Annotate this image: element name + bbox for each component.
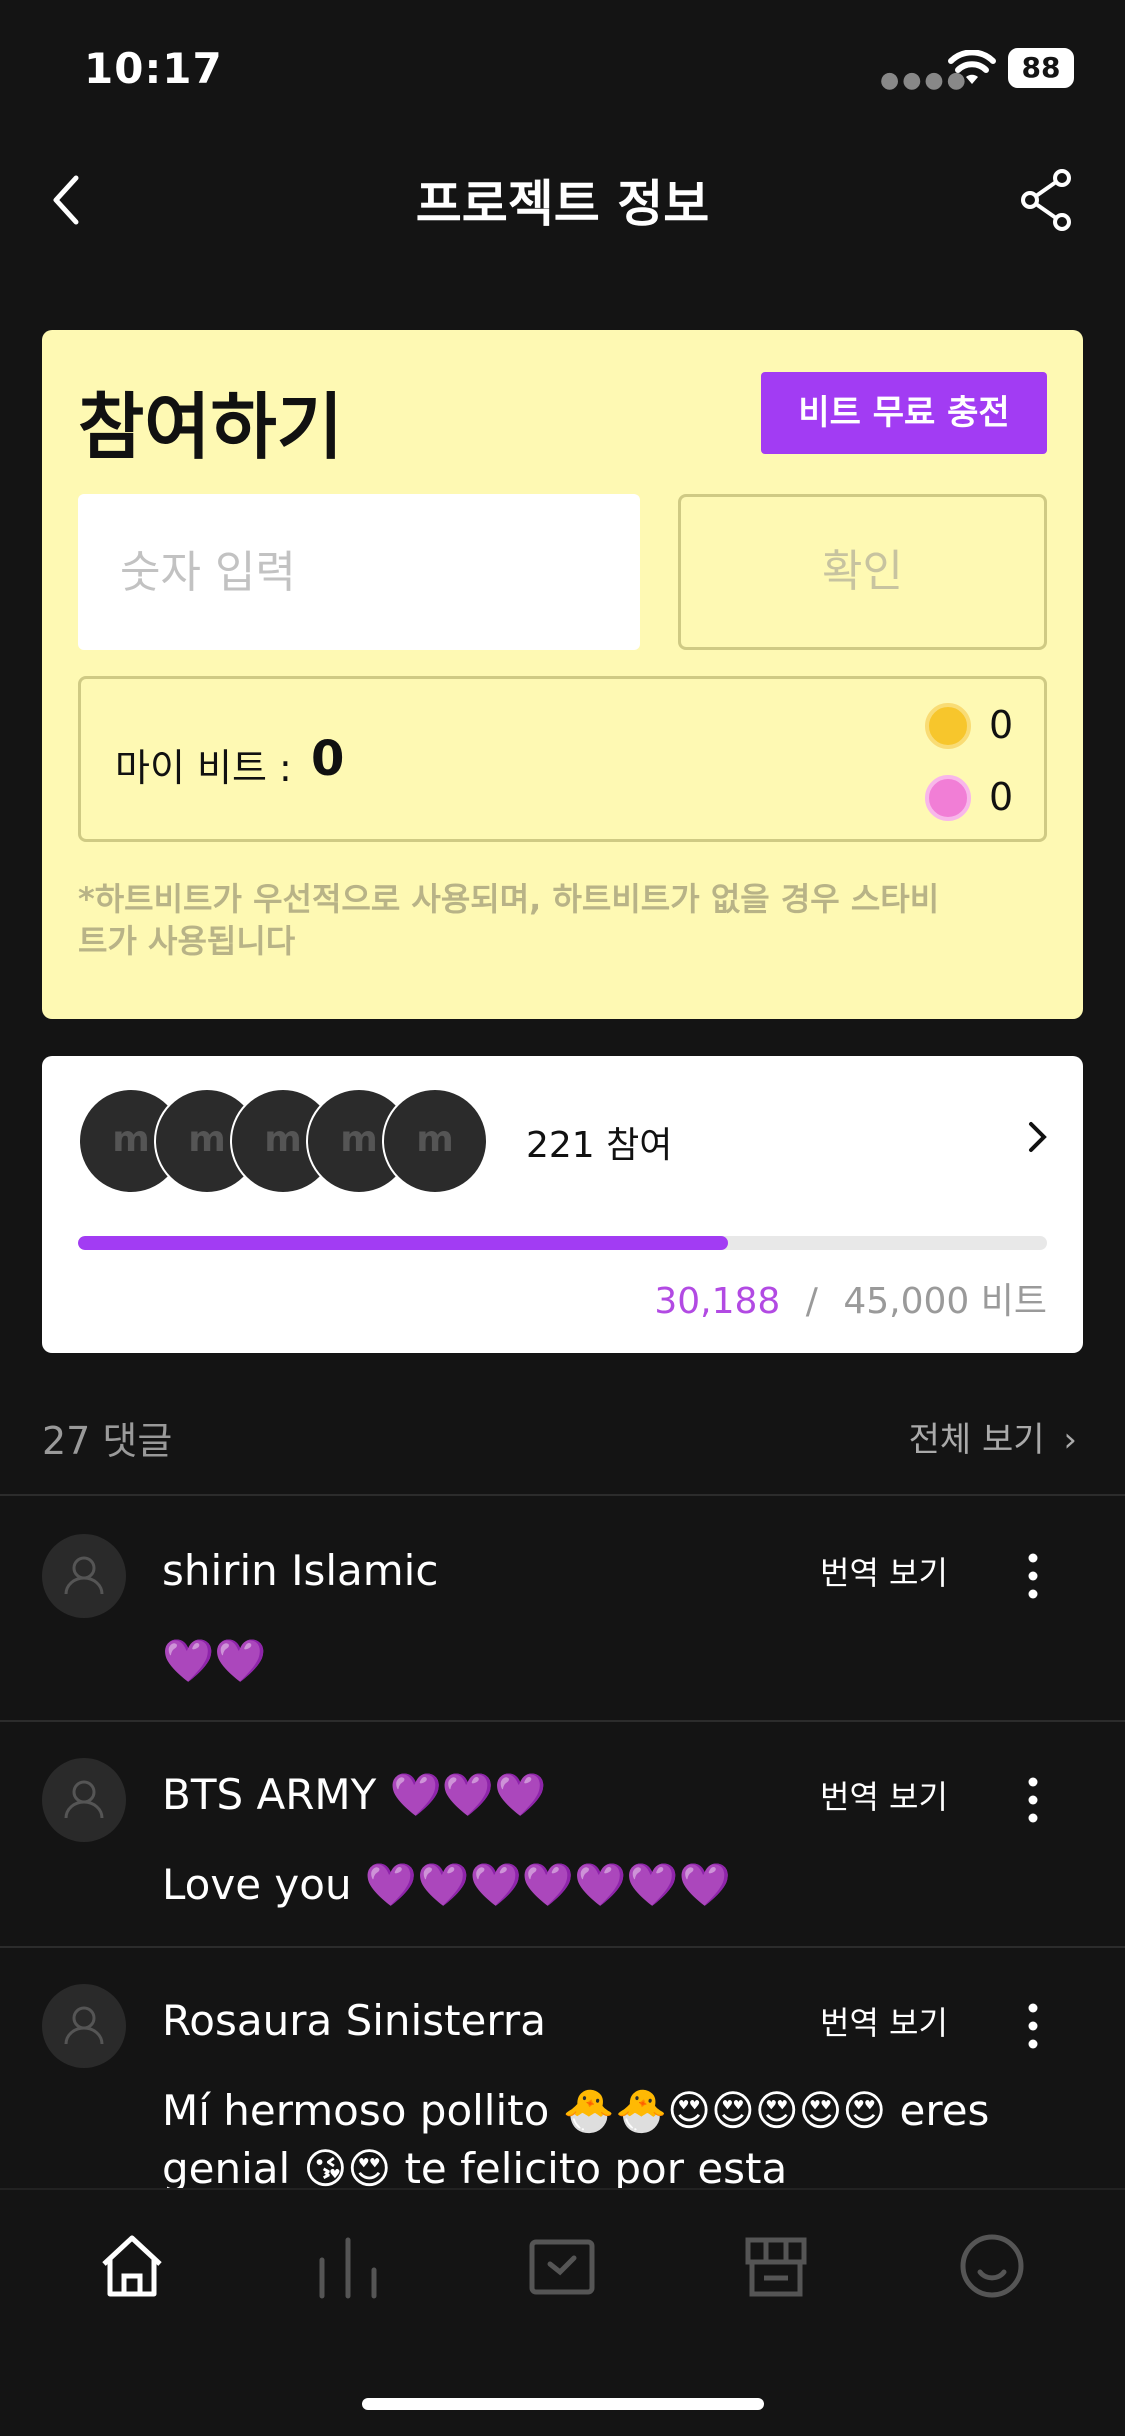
avatar[interactable] — [42, 1758, 126, 1842]
my-bit-box: 마이 비트 : 0 0 0 — [78, 676, 1047, 842]
number-input-wrap — [78, 494, 640, 650]
my-bit-value: 0 — [311, 731, 345, 787]
star-bit-icon — [925, 703, 971, 749]
bit-usage-note: *하트비트가 우선적으로 사용되며, 하트비트가 없을 경우 스타비트가 사용됩… — [78, 880, 940, 960]
participation-card[interactable]: m m m m m 221 참여 30,188 / 45,000 비트 — [42, 1056, 1083, 1353]
comment-item: shirin Islamic 번역 보기 💜💜 — [0, 1498, 1125, 1722]
my-bit-label: 마이 비트 : — [115, 746, 292, 790]
avatar[interactable] — [42, 1534, 126, 1618]
comments-header: 27 댓글 전체 보기 › — [0, 1400, 1125, 1496]
user-icon — [64, 1556, 104, 1595]
chevron-right-icon: › — [1063, 1420, 1077, 1460]
more-vertical-icon[interactable] — [1018, 1548, 1048, 1604]
heart-bit-count: 0 — [989, 775, 1014, 819]
number-input[interactable] — [78, 494, 640, 650]
comment-text: 💜💜 — [162, 1636, 267, 1685]
goal-amount: 45,000 비트 — [843, 1281, 1047, 1322]
store-icon[interactable] — [740, 2230, 812, 2302]
comment-author[interactable]: BTS ARMY 💜💜💜 — [162, 1770, 547, 1820]
more-vertical-icon[interactable] — [1018, 1998, 1048, 2054]
join-heading: 참여하기 — [78, 385, 343, 469]
more-vertical-icon[interactable] — [1018, 1772, 1048, 1828]
participant-count: 221 참여 — [526, 1125, 673, 1166]
free-charge-button[interactable]: 비트 무료 충전 — [761, 372, 1047, 454]
user-icon — [64, 2006, 104, 2045]
page-title: 프로젝트 정보 — [415, 175, 710, 233]
comment-count: 27 댓글 — [42, 1419, 173, 1463]
inbox-icon[interactable] — [526, 2230, 598, 2302]
avatar: m — [382, 1088, 488, 1194]
comment-author[interactable]: Rosaura Sinisterra — [162, 1996, 546, 2045]
battery-indicator: 88 — [1008, 48, 1074, 88]
amount-separator: / — [805, 1281, 818, 1322]
status-time: 10:17 — [84, 44, 223, 93]
avatar[interactable] — [42, 1984, 126, 2068]
view-all-label: 전체 보기 — [908, 1420, 1045, 1460]
wifi-icon — [948, 50, 996, 84]
heart-bit-icon — [925, 775, 971, 821]
share-icon[interactable] — [1018, 168, 1074, 232]
progress-fill — [78, 1236, 729, 1250]
user-icon — [64, 1780, 104, 1819]
comment-text: Love you 💜💜💜💜💜💜💜 — [162, 1860, 731, 1909]
comment-item: BTS ARMY 💜💜💜 번역 보기 Love you 💜💜💜💜💜💜💜 — [0, 1722, 1125, 1948]
join-card: 참여하기 비트 무료 충전 확인 마이 비트 : 0 0 0 *하트비트가 우선… — [42, 330, 1083, 1019]
progress-bar — [78, 1236, 1047, 1250]
participant-avatars: m m m m m — [78, 1088, 498, 1194]
status-bar: 10:17 ●●●● 88 — [0, 0, 1125, 135]
star-bit-count: 0 — [989, 703, 1014, 747]
smile-icon[interactable] — [956, 2230, 1028, 2302]
comment-author[interactable]: shirin Islamic — [162, 1546, 438, 1595]
translate-button[interactable]: 번역 보기 — [820, 1998, 948, 2044]
home-indicator — [362, 2398, 764, 2410]
translate-button[interactable]: 번역 보기 — [820, 1548, 948, 1594]
confirm-button[interactable]: 확인 — [678, 494, 1047, 650]
chart-icon[interactable] — [312, 2230, 384, 2302]
view-all-link[interactable]: 전체 보기 › — [909, 1412, 1077, 1461]
comment-item: Rosaura Sinisterra 번역 보기 Mí hermoso poll… — [0, 1948, 1125, 2188]
chevron-right-icon[interactable] — [1027, 1120, 1049, 1154]
home-icon[interactable] — [96, 2230, 168, 2302]
comment-text: Mí hermoso pollito 🐣🐣😍😍😍😍😍 eres genial 😘… — [162, 2086, 990, 2188]
translate-button[interactable]: 번역 보기 — [820, 1772, 948, 1818]
current-amount: 30,188 — [654, 1281, 781, 1322]
progress-amount: 30,188 / 45,000 비트 — [654, 1272, 1047, 1324]
nav-bar: 프로젝트 정보 — [0, 140, 1125, 260]
